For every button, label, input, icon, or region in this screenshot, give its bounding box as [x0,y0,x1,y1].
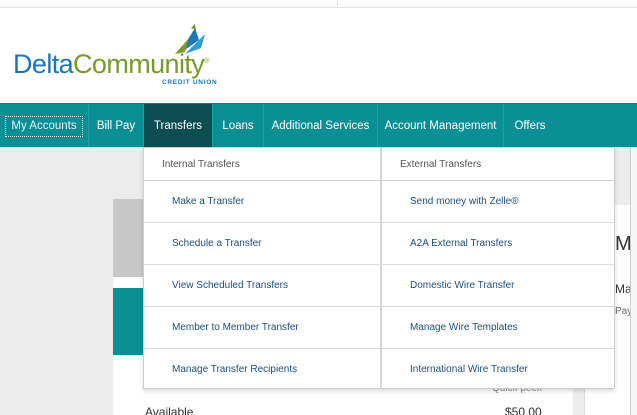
link-schedule-a-transfer[interactable]: Schedule a Transfer [144,223,380,265]
link-a2a-external-transfers[interactable]: A2A External Transfers [382,223,616,265]
link-make-a-transfer[interactable]: Make a Transfer [144,181,380,223]
link-view-scheduled-transfers[interactable]: View Scheduled Transfers [144,265,380,307]
panel-grey-block [113,199,145,277]
link-manage-wire-templates[interactable]: Manage Wire Templates [382,307,616,349]
link-domestic-wire-transfer[interactable]: Domestic Wire Transfer [382,265,616,307]
nav-bill-pay[interactable]: Bill Pay [89,104,143,148]
main-navigation: My Accounts Bill Pay Transfers Loans Add… [0,103,637,148]
available-label: Available [145,405,194,415]
delta-community-logo[interactable]: DeltaCommunity® CREDIT UNION [13,22,223,92]
internal-transfers-column: Internal Transfers Make a Transfer Sched… [144,148,380,390]
internal-transfers-heading: Internal Transfers [144,148,380,181]
transfers-dropdown-menu: Internal Transfers Make a Transfer Sched… [143,147,616,390]
link-member-to-member-transfer[interactable]: Member to Member Transfer [144,307,380,349]
link-international-wire-transfer[interactable]: International Wire Transfer [382,349,616,391]
logo-registered-mark: ® [204,58,209,65]
external-transfers-column: External Transfers Send money with Zelle… [382,148,616,390]
panel-teal-block [113,288,145,355]
logo-delta-text: Delta [13,49,74,79]
nav-offers[interactable]: Offers [504,104,556,148]
nav-transfers[interactable]: Transfers [144,104,212,148]
nav-additional-services[interactable]: Additional Services [264,104,377,148]
nav-account-management[interactable]: Account Management [378,104,503,148]
available-amount: $50.00 [505,405,542,415]
logo-wordmark: DeltaCommunity® [13,49,209,80]
external-transfers-heading: External Transfers [382,148,616,181]
page-scrollbar[interactable] [630,147,637,415]
link-send-money-zelle[interactable]: Send money with Zelle® [382,181,616,223]
top-strip-divider [337,0,338,8]
nav-my-accounts[interactable]: My Accounts [5,116,83,137]
logo-community-text: Community [73,49,205,79]
logo-subtitle: CREDIT UNION [162,79,218,86]
top-utility-strip [0,0,637,8]
nav-loans[interactable]: Loans [213,104,263,148]
link-manage-transfer-recipients[interactable]: Manage Transfer Recipients [144,349,380,391]
